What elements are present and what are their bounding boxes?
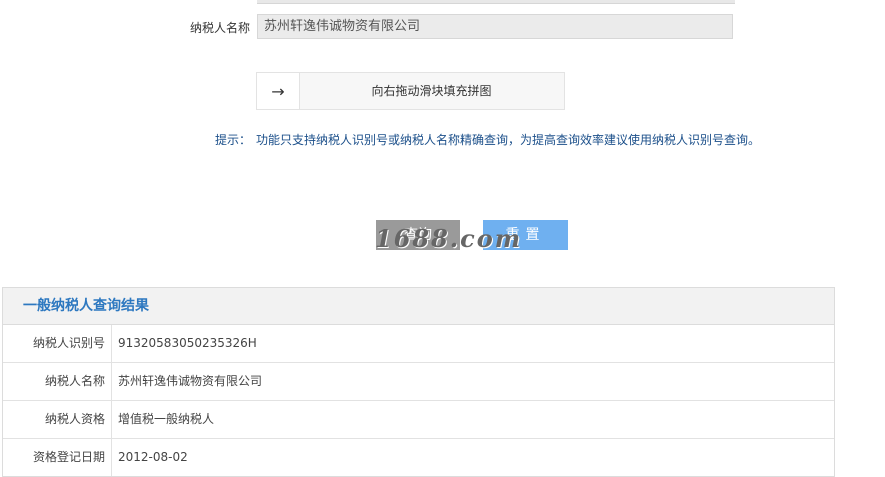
row-value: 91320583050235326H [118, 336, 257, 350]
result-title: 一般纳税人查询结果 [3, 288, 834, 325]
table-row: 纳税人识别号 91320583050235326H [3, 325, 834, 363]
row-label: 纳税人识别号 [3, 325, 112, 362]
taxpayer-name-label: 纳税人名称 [189, 21, 250, 35]
table-row: 纳税人资格 增值税一般纳税人 [3, 401, 834, 439]
captcha-slider[interactable]: → 向右拖动滑块填充拼图 [256, 72, 565, 110]
arrow-right-icon[interactable]: → [257, 73, 300, 109]
taxpayer-name-input[interactable]: 苏州轩逸伟诚物资有限公司 [257, 14, 733, 39]
row-label: 资格登记日期 [3, 439, 112, 476]
row-value: 苏州轩逸伟诚物资有限公司 [118, 374, 263, 388]
table-row: 资格登记日期 2012-08-02 [3, 439, 834, 476]
previous-input-edge [257, 0, 735, 4]
row-label: 纳税人资格 [3, 401, 112, 438]
table-row: 纳税人名称 苏州轩逸伟诚物资有限公司 [3, 363, 834, 401]
row-label: 纳税人名称 [3, 363, 112, 400]
slider-instruction: 向右拖动滑块填充拼图 [371, 84, 492, 98]
row-value: 增值税一般纳税人 [118, 412, 215, 426]
hint-label: 提示： [215, 133, 252, 147]
result-panel: 一般纳税人查询结果 纳税人识别号 91320583050235326H 纳税人名… [2, 287, 835, 477]
row-value: 2012-08-02 [118, 450, 188, 464]
watermark-logo: 1688.com [375, 224, 523, 253]
hint-text: 功能只支持纳税人识别号或纳税人名称精确查询，为提高查询效率建议使用纳税人识别号查… [256, 133, 761, 147]
